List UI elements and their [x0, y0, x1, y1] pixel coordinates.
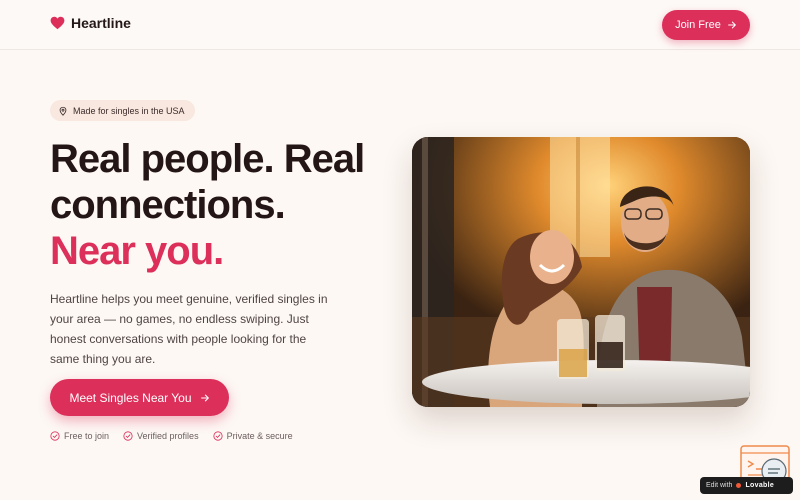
lovable-brand: Lovable [745, 482, 775, 489]
arrow-right-icon [728, 21, 736, 29]
meet-singles-label: Meet Singles Near You [69, 390, 192, 405]
join-free-label: Join Free [675, 19, 721, 31]
location-pill: Made for singles in the USA [50, 100, 195, 121]
couple-cafe-image [412, 137, 750, 407]
feature-label: Verified profiles [137, 431, 199, 441]
edit-with-badge[interactable]: Edit with Lovable [700, 477, 793, 494]
feature-item: Free to join [50, 431, 109, 441]
location-pill-label: Made for singles in the USA [73, 105, 185, 116]
feature-label: Free to join [64, 431, 110, 441]
brand-logo[interactable]: Heartline [50, 15, 131, 31]
lovable-logo-icon [736, 483, 742, 488]
feature-item: Private & secure [212, 431, 293, 441]
headline-main: Real people. Real connections. [50, 137, 365, 227]
site-header: Heartline Join Free [0, 0, 800, 50]
edit-with-text: Edit with [706, 482, 733, 489]
hero-photo [412, 137, 750, 407]
headline-accent: Near you. [50, 229, 224, 273]
brand-name: Heartline [71, 15, 131, 31]
hero-description: Heartline helps you meet genuine, verifi… [50, 292, 328, 366]
check-circle-icon [50, 431, 60, 441]
map-pin-icon [59, 106, 67, 116]
feature-label: Private & secure [226, 431, 293, 441]
heart-icon [50, 16, 65, 30]
hero-headline: Real people. Real connections. Near you. [50, 136, 390, 274]
feature-item: Verified profiles [123, 431, 199, 441]
check-circle-icon [123, 431, 133, 441]
check-circle-icon [212, 431, 223, 441]
feature-list: Free to join Verified profiles Private &… [50, 431, 293, 441]
meet-singles-button[interactable]: Meet Singles Near You [50, 379, 229, 416]
join-free-button[interactable]: Join Free [662, 10, 750, 40]
arrow-right-icon [200, 394, 209, 401]
